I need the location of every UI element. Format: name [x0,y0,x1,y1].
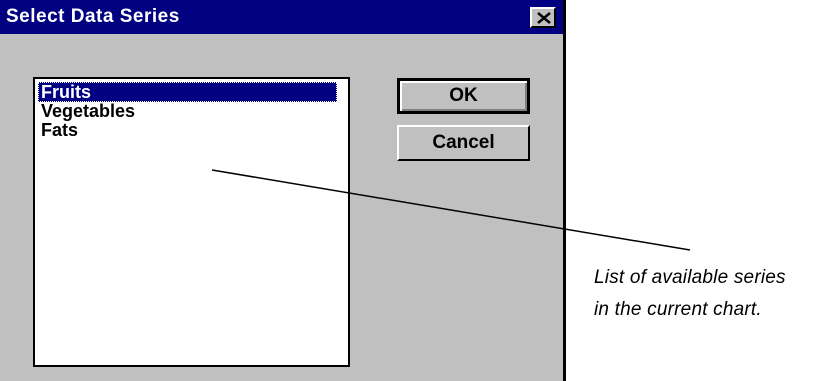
figure: Select Data Series Fruits Vegetables Fat… [0,0,838,381]
annotation-line-2: in the current chart. [594,299,762,320]
callout-line [211,169,691,251]
annotation-line-1: List of available series [594,267,786,288]
